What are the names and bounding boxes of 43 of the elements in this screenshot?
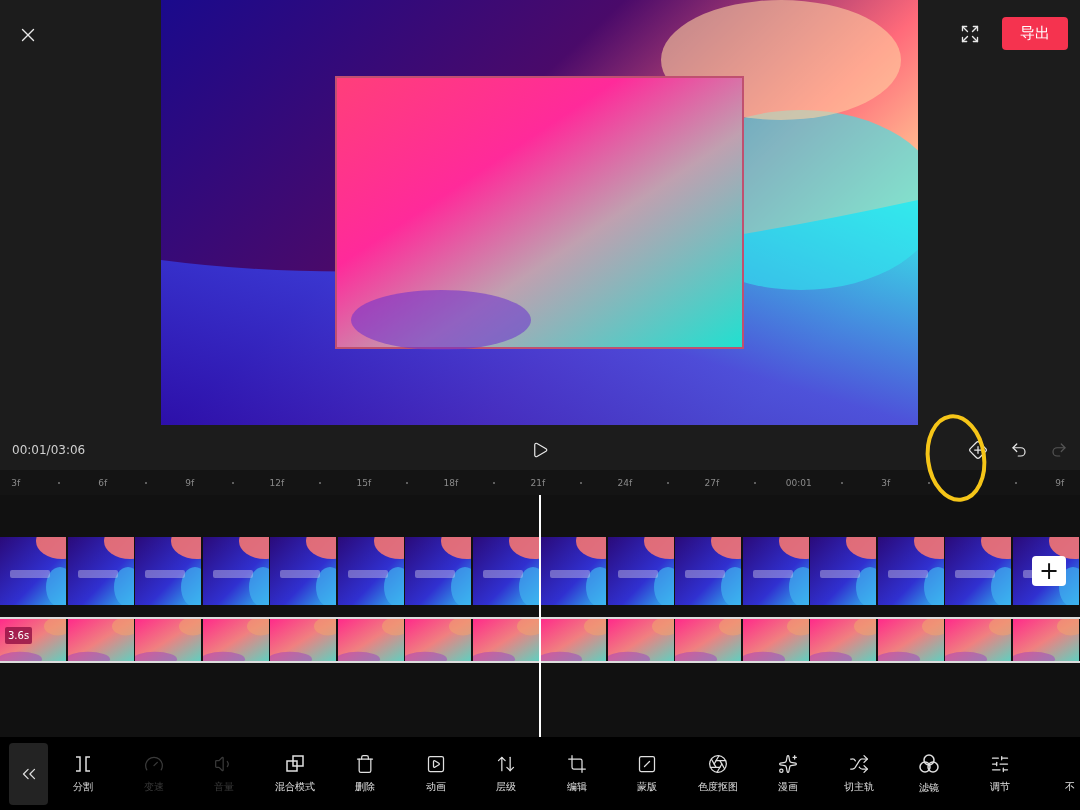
playback-time: 00:01/03:06 bbox=[12, 443, 87, 457]
ruler-label: 21f bbox=[530, 477, 546, 488]
tool-button[interactable]: 层级 bbox=[471, 753, 542, 794]
undo-button[interactable] bbox=[1010, 441, 1028, 459]
tool-button[interactable]: 调节 bbox=[964, 753, 1035, 794]
ruler-label: 9f bbox=[1055, 477, 1065, 488]
keyframe-button[interactable] bbox=[968, 440, 988, 460]
tool-button[interactable]: 混合模式 bbox=[259, 753, 330, 794]
ruler-label: 9f bbox=[185, 477, 195, 488]
shuffle-icon bbox=[848, 753, 869, 774]
ruler-label: 6f bbox=[98, 477, 108, 488]
tool-button[interactable]: 删除 bbox=[330, 753, 401, 794]
ruler-label: 27f bbox=[704, 477, 720, 488]
sliders-icon bbox=[989, 753, 1010, 774]
export-button[interactable]: 导出 bbox=[1002, 17, 1068, 50]
circles-icon bbox=[918, 752, 941, 775]
tool-button[interactable]: 漫画 bbox=[753, 753, 824, 794]
tool-button[interactable]: 动画 bbox=[400, 753, 471, 794]
play-square-icon bbox=[425, 753, 446, 774]
squares-icon bbox=[284, 753, 305, 774]
tool-button[interactable]: 不 bbox=[1035, 753, 1080, 794]
trash-icon bbox=[355, 753, 376, 774]
tool-button[interactable]: 分割 bbox=[48, 753, 119, 794]
tool-button[interactable]: 滤镜 bbox=[894, 752, 965, 795]
tool-button[interactable]: 切主轨 bbox=[823, 753, 894, 794]
fullscreen-button[interactable] bbox=[960, 24, 980, 44]
ruler-label: 12f bbox=[269, 477, 285, 488]
ruler-label: 3f bbox=[881, 477, 891, 488]
clip-duration: 3.6s bbox=[5, 627, 33, 644]
tool-button[interactable]: 编辑 bbox=[541, 753, 612, 794]
ruler-label: 24f bbox=[617, 477, 633, 488]
play-button[interactable] bbox=[531, 441, 549, 459]
crop-icon bbox=[566, 753, 587, 774]
ruler-label: 15f bbox=[356, 477, 372, 488]
sparkle-icon bbox=[778, 753, 799, 774]
slash-square-icon bbox=[637, 753, 658, 774]
ruler-label: 18f bbox=[443, 477, 459, 488]
add-clip-button[interactable]: + bbox=[1032, 556, 1066, 586]
tool-button[interactable]: 色度抠图 bbox=[682, 753, 753, 794]
ruler-label: 3f bbox=[11, 477, 21, 488]
tool-button[interactable]: 蒙版 bbox=[612, 753, 683, 794]
ruler-label: 00:01 bbox=[785, 477, 812, 488]
aperture-icon bbox=[707, 753, 728, 774]
